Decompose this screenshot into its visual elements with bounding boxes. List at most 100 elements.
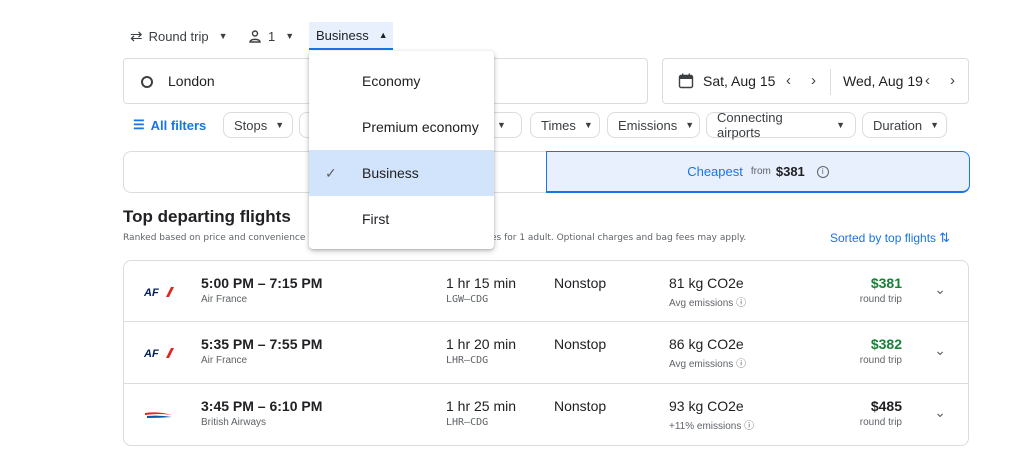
option-label: First — [362, 211, 390, 227]
flight-price: $381 — [870, 275, 902, 291]
cabin-option-premium-economy[interactable]: Premium economy — [309, 104, 494, 150]
cabin-class-dropdown: Economy Premium economy ✓ Business First — [309, 51, 494, 249]
flight-stops: Nonstop — [554, 275, 607, 291]
flight-price: $382 — [870, 336, 902, 352]
depart-date[interactable]: Sat, Aug 15 — [703, 73, 775, 89]
date-field[interactable]: Sat, Aug 15 ‹ › Wed, Aug 19 ‹ › — [662, 58, 969, 104]
all-filters-button[interactable]: ☰ All filters — [133, 117, 206, 133]
air-france-logo: AF — [144, 348, 174, 359]
caret-up-icon: ▲ — [378, 30, 388, 40]
prev-return-date-button[interactable]: ‹ — [925, 72, 930, 89]
flight-stops: Nonstop — [554, 398, 607, 414]
airline-name: Air France — [201, 294, 248, 305]
cabin-option-economy[interactable]: Economy — [309, 58, 494, 104]
checkmark-icon: ✓ — [325, 164, 337, 181]
flight-row[interactable]: 3:45 PM – 6:10 PM British Airways 1 hr 2… — [123, 384, 969, 446]
emissions-note: Avg emissions ⓘ — [669, 355, 746, 370]
price-type: round trip — [859, 417, 902, 428]
info-icon[interactable]: i — [816, 165, 829, 178]
stops-filter-label: Stops — [234, 117, 268, 133]
caret-down-icon: ▼ — [836, 120, 845, 130]
flight-co2: 93 kg CO2e — [669, 398, 744, 414]
info-icon[interactable]: ⓘ — [744, 421, 754, 432]
return-date[interactable]: Wed, Aug 19 — [843, 73, 923, 89]
option-label: Business — [362, 165, 419, 181]
flight-route: LHR–CDG — [446, 355, 489, 366]
connecting-airports-filter-label: Connecting airports — [717, 110, 783, 140]
flight-row[interactable]: AF 5:35 PM – 7:55 PM Air France 1 hr 20 … — [123, 322, 969, 384]
flight-stops: Nonstop — [554, 336, 607, 352]
trip-type-label: Round trip — [148, 28, 209, 44]
caret-down-icon: ▼ — [685, 120, 695, 130]
cheapest-from: from — [750, 166, 771, 177]
times-filter[interactable]: Times ▼ — [530, 112, 600, 138]
emissions-label: Avg emissions — [669, 298, 734, 309]
flight-price: $485 — [870, 398, 902, 414]
results-heading: Top departing flights — [123, 207, 291, 226]
date-divider — [830, 69, 831, 95]
origin-circle-icon — [141, 76, 153, 88]
trip-type-selector[interactable]: ⇄ Round trip ▼ — [130, 28, 227, 45]
flight-times: 5:35 PM – 7:55 PM — [201, 336, 323, 352]
emissions-note: +11% emissions ⓘ — [669, 417, 754, 432]
caret-down-icon: ▼ — [930, 120, 940, 130]
emissions-filter[interactable]: Emissions ▼ — [607, 112, 700, 138]
sorted-by-label: Sorted by top flights — [830, 231, 937, 245]
cheapest-tab[interactable]: Cheapest from $381 i — [546, 151, 970, 193]
flight-co2: 81 kg CO2e — [669, 275, 744, 291]
price-type: round trip — [859, 355, 902, 366]
cabin-option-business[interactable]: ✓ Business — [309, 150, 494, 196]
price-type: round trip — [859, 294, 902, 305]
prev-depart-date-button[interactable]: ‹ — [786, 72, 791, 89]
filter-sliders-icon: ☰ — [133, 117, 145, 132]
swap-arrows-icon: ⇄ — [130, 28, 143, 45]
next-depart-date-button[interactable]: › — [811, 72, 816, 89]
emissions-label: Avg emissions — [669, 359, 734, 370]
caret-down-icon: ▼ — [285, 31, 295, 41]
duration-filter-label: Duration — [873, 117, 923, 133]
option-label: Premium economy — [362, 119, 479, 135]
chevron-down-icon[interactable]: ⌄ — [934, 404, 946, 421]
info-icon[interactable]: ⓘ — [736, 359, 746, 370]
flight-route: LGW–CDG — [446, 294, 489, 305]
flight-row[interactable]: AF 5:00 PM – 7:15 PM Air France 1 hr 15 … — [123, 260, 969, 322]
sort-tabs: Cheapest from $381 i — [123, 151, 970, 193]
sort-by-button[interactable]: Sorted by top flights ⇅ — [830, 230, 950, 246]
cabin-class-selector[interactable]: Business ▲ — [309, 22, 393, 50]
connecting-airports-filter[interactable]: Connecting airports ▼ — [706, 110, 856, 140]
info-icon[interactable]: ⓘ — [736, 298, 746, 309]
flight-times: 5:00 PM – 7:15 PM — [201, 275, 323, 291]
airline-name: Air France — [201, 355, 248, 366]
next-return-date-button[interactable]: › — [950, 72, 955, 89]
chevron-down-icon[interactable]: ⌄ — [934, 281, 946, 298]
emissions-label: +11% emissions — [669, 421, 742, 432]
passenger-selector[interactable]: 1 ▼ — [248, 28, 294, 44]
results-subheading-right: es for 1 adult. Optional charges and bag… — [491, 233, 747, 243]
svg-text:AF: AF — [144, 287, 159, 298]
chevron-down-icon[interactable]: ⌄ — [934, 342, 946, 359]
caret-down-icon: ▼ — [275, 120, 285, 130]
flight-duration: 1 hr 20 min — [446, 336, 517, 352]
caret-down-icon: ▼ — [497, 120, 506, 130]
results-subheading-left: Ranked based on price and convenience — [123, 233, 306, 243]
cheapest-label: Cheapest — [687, 164, 743, 179]
cabin-option-first[interactable]: First — [309, 196, 494, 242]
flight-times: 3:45 PM – 6:10 PM — [201, 398, 323, 414]
flight-route: LHR–CDG — [446, 417, 489, 428]
stops-filter[interactable]: Stops ▼ — [223, 112, 293, 138]
flight-duration: 1 hr 25 min — [446, 398, 517, 414]
british-airways-logo — [145, 412, 172, 418]
emissions-note: Avg emissions ⓘ — [669, 294, 746, 309]
svg-text:AF: AF — [144, 348, 159, 359]
sort-arrows-icon: ⇅ — [939, 230, 950, 245]
cabin-class-label: Business — [316, 27, 369, 43]
person-icon — [249, 30, 261, 43]
duration-filter[interactable]: Duration ▼ — [862, 112, 947, 138]
all-filters-label: All filters — [150, 117, 207, 133]
flight-co2: 86 kg CO2e — [669, 336, 744, 352]
passenger-count: 1 — [268, 28, 276, 44]
caret-down-icon: ▼ — [583, 120, 593, 130]
emissions-filter-label: Emissions — [618, 117, 678, 133]
air-france-logo: AF — [144, 287, 174, 298]
cheapest-price: $381 — [775, 164, 805, 179]
